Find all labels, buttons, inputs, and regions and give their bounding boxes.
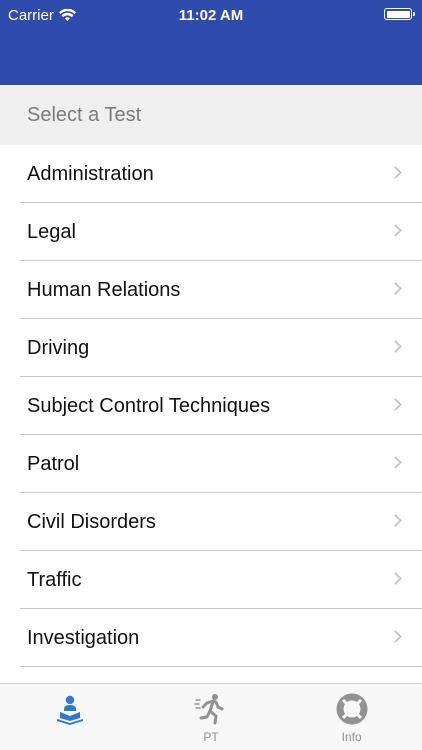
chevron-right-icon — [389, 514, 402, 527]
test-item-label: Legal — [27, 220, 76, 243]
clock: 11:02 AM — [178, 7, 244, 24]
battery-icon — [384, 8, 415, 20]
test-item-label: Administration — [27, 162, 154, 185]
test-item-human-relations[interactable]: Human Relations — [0, 261, 422, 319]
chevron-right-icon — [389, 340, 402, 353]
tab-bar: PT Info — [0, 683, 422, 750]
chevron-right-icon — [389, 224, 402, 237]
battery-level — [386, 10, 410, 18]
test-item-civil-disorders[interactable]: Civil Disorders — [0, 493, 422, 551]
test-item-label: Driving — [27, 336, 90, 359]
test-item-label: Human Relations — [27, 278, 181, 301]
test-item-driving[interactable]: Driving — [0, 319, 422, 377]
chevron-right-icon — [389, 572, 402, 585]
chevron-right-icon — [389, 456, 402, 469]
navigation-header: Carrier 11:02 AM — [0, 0, 422, 85]
test-item-patrol[interactable]: Patrol — [0, 435, 422, 493]
test-item-label: Investigation — [27, 626, 140, 649]
test-list: Administration Legal Human Relations Dri… — [0, 145, 422, 667]
test-item-subject-control-techniques[interactable]: Subject Control Techniques — [0, 377, 422, 435]
test-item-label: Civil Disorders — [27, 510, 156, 533]
test-item-label: Traffic — [27, 568, 82, 591]
chevron-right-icon — [389, 398, 402, 411]
chevron-right-icon — [389, 630, 402, 643]
test-item-legal[interactable]: Legal — [0, 203, 422, 261]
lifebuoy-icon — [336, 693, 368, 725]
running-icon — [194, 694, 224, 725]
battery-tip — [413, 12, 415, 16]
test-item-traffic[interactable]: Traffic — [0, 551, 422, 609]
section-header: Select a Test — [0, 85, 422, 145]
section-title: Select a Test — [27, 104, 142, 126]
test-item-investigation[interactable]: Investigation — [0, 609, 422, 667]
tab-pt[interactable]: PT — [141, 684, 282, 750]
tab-info[interactable]: Info — [281, 684, 422, 750]
tab-study[interactable] — [0, 684, 141, 750]
chevron-right-icon — [389, 282, 402, 295]
study-icon — [57, 695, 84, 725]
tab-label: PT — [203, 730, 219, 744]
test-item-label: Patrol — [27, 452, 80, 475]
test-item-label: Subject Control Techniques — [27, 394, 271, 417]
status-bar: Carrier 11:02 AM — [0, 0, 422, 30]
tab-label: Info — [341, 730, 362, 744]
chevron-right-icon — [389, 166, 402, 179]
test-item-administration[interactable]: Administration — [0, 145, 422, 203]
